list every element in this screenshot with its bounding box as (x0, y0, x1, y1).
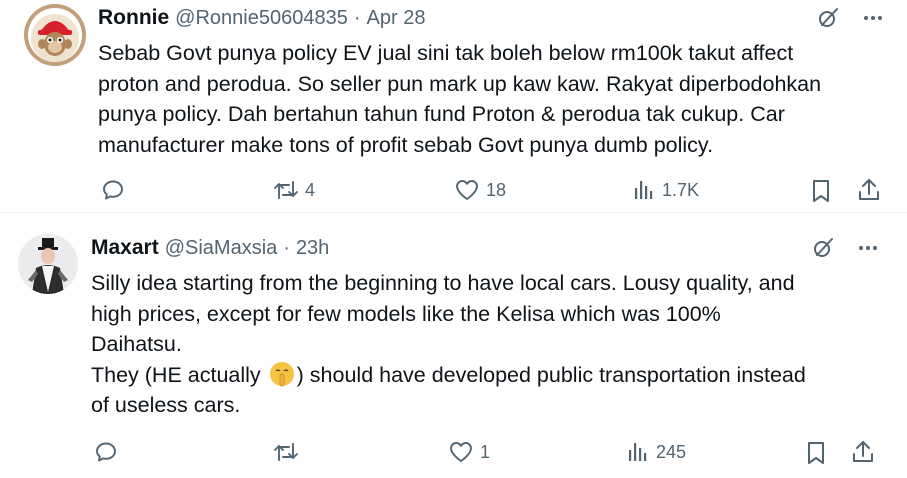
like-icon (450, 442, 472, 462)
timestamp[interactable]: Apr 28 (367, 7, 426, 30)
tweet-actions: 4 18 1.7K (0, 175, 907, 205)
like-count: 1 (480, 441, 491, 462)
grok-icon[interactable] (816, 6, 840, 30)
views-icon (635, 181, 653, 199)
reply-button[interactable] (101, 178, 131, 202)
tweet-text-line: proton and perodua. So seller pun mark u… (98, 71, 822, 96)
reply-button[interactable] (94, 440, 124, 464)
repost-icon (274, 181, 298, 199)
separator-dot: · (283, 237, 290, 259)
bookmark-button[interactable] (810, 178, 832, 204)
timestamp[interactable]: 23h (296, 237, 329, 260)
like-button[interactable]: 18 (454, 178, 506, 202)
bookmark-icon (808, 442, 824, 464)
like-button[interactable]: 1 (448, 440, 490, 464)
tweet-text-line: Daihatsu. (91, 332, 182, 356)
repost-button[interactable]: 4 (273, 178, 315, 202)
separator-dot: · (353, 7, 361, 29)
tweet-header: Maxart @SiaMaxsia · 23h (91, 236, 329, 260)
display-name[interactable]: Maxart (91, 236, 159, 260)
tweet[interactable]: Maxart @SiaMaxsia · 23h Silly idea start… (0, 214, 907, 478)
repost-count: 4 (305, 179, 316, 200)
reply-icon (103, 180, 123, 200)
views-button[interactable]: 1.7K (632, 178, 699, 202)
shushing-face-emoji (269, 361, 295, 387)
tweet-text: Sebab Govt punya policy EV jual sini tak… (98, 38, 898, 160)
tweet-header: Ronnie @Ronnie50604835 · Apr 28 (98, 6, 425, 30)
tweet-actions: 1 245 (0, 437, 907, 467)
tweet-top-actions (811, 236, 879, 260)
like-icon (456, 180, 478, 200)
like-count: 18 (486, 179, 507, 200)
display-name[interactable]: Ronnie (98, 6, 169, 30)
tweet-text-line: Sebab Govt punya policy EV jual sini tak… (98, 41, 794, 65)
user-handle[interactable]: @Ronnie50604835 (175, 7, 348, 30)
tweet-text-fragment: They (HE actually (91, 362, 267, 387)
avatar[interactable] (24, 4, 86, 66)
user-handle[interactable]: @SiaMaxsia (165, 237, 278, 260)
tweet-text-line: of useless cars. (91, 393, 241, 417)
view-count: 1.7K (662, 179, 700, 200)
views-icon (629, 443, 647, 461)
tweet-text-fragment: ) should have developed public transport… (296, 362, 806, 387)
tweet[interactable]: Ronnie @Ronnie50604835 · Apr 28 Sebab Go… (0, 0, 907, 213)
tweet-text-line: manufacturer make tons of profit sebab G… (98, 132, 714, 157)
bookmark-icon (813, 180, 829, 202)
repost-icon (274, 443, 298, 461)
tweet-text-line: They (HE actually ) should have develope… (91, 360, 891, 391)
more-icon[interactable] (857, 237, 879, 259)
share-icon (859, 179, 879, 200)
more-icon[interactable] (862, 7, 884, 29)
repost-button[interactable] (273, 440, 305, 464)
views-button[interactable]: 245 (626, 440, 686, 464)
share-button[interactable] (857, 177, 881, 203)
tweet-text-line: high prices, except for few models like … (91, 301, 721, 326)
reply-icon (96, 442, 116, 462)
tweet-text-line: punya policy. Dah bertahun tahun fund Pr… (98, 102, 785, 126)
share-icon (853, 441, 873, 462)
bookmark-button[interactable] (805, 440, 827, 466)
tweet-text: Silly idea starting from the beginning t… (91, 268, 891, 421)
tweet-text-line: Silly idea starting from the beginning t… (91, 271, 795, 295)
share-button[interactable] (851, 439, 875, 465)
view-count: 245 (656, 441, 687, 462)
grok-icon[interactable] (811, 236, 835, 260)
tweet-top-actions (816, 6, 884, 30)
avatar[interactable] (18, 234, 78, 294)
